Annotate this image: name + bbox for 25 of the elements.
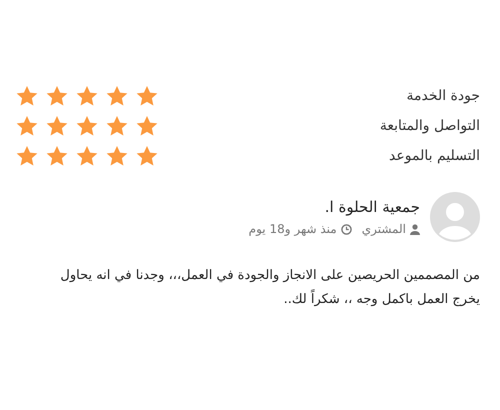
rating-label: التواصل والمتابعة: [380, 118, 480, 134]
star-icon: [15, 85, 39, 107]
reviewer-name: جمعية الحلوة ا.: [324, 198, 420, 216]
star-icon: [75, 115, 99, 137]
review-time: منذ شهر و18 يوم: [248, 222, 337, 236]
star-icon: [75, 85, 99, 107]
star-icon: [105, 145, 129, 167]
rating-label: جودة الخدمة: [406, 88, 480, 104]
star-icon: [135, 145, 159, 167]
review-comment: من المصممين الحريصين على الانجاز والجودة في العمل،،، وجدنا في انه يحاول يخرج العمل باكمل وجه ،، شكراً لك..: [59, 267, 480, 309]
star-icon: [45, 145, 69, 167]
user-icon: [410, 224, 420, 234]
avatar-icon: [430, 192, 480, 242]
clock-icon: [340, 224, 352, 234]
star-icon: [135, 85, 159, 107]
star-icon: [45, 85, 69, 107]
star-icon: [135, 115, 159, 137]
star-icon: [15, 115, 39, 137]
star-icon: [45, 115, 69, 137]
star-icon: [105, 115, 129, 137]
star-icon: [75, 145, 99, 167]
rating-label: التسليم بالموعد: [389, 148, 480, 164]
reviewer-role: المشتري: [362, 222, 406, 236]
star-icon: [105, 85, 129, 107]
star-icon: [15, 145, 39, 167]
